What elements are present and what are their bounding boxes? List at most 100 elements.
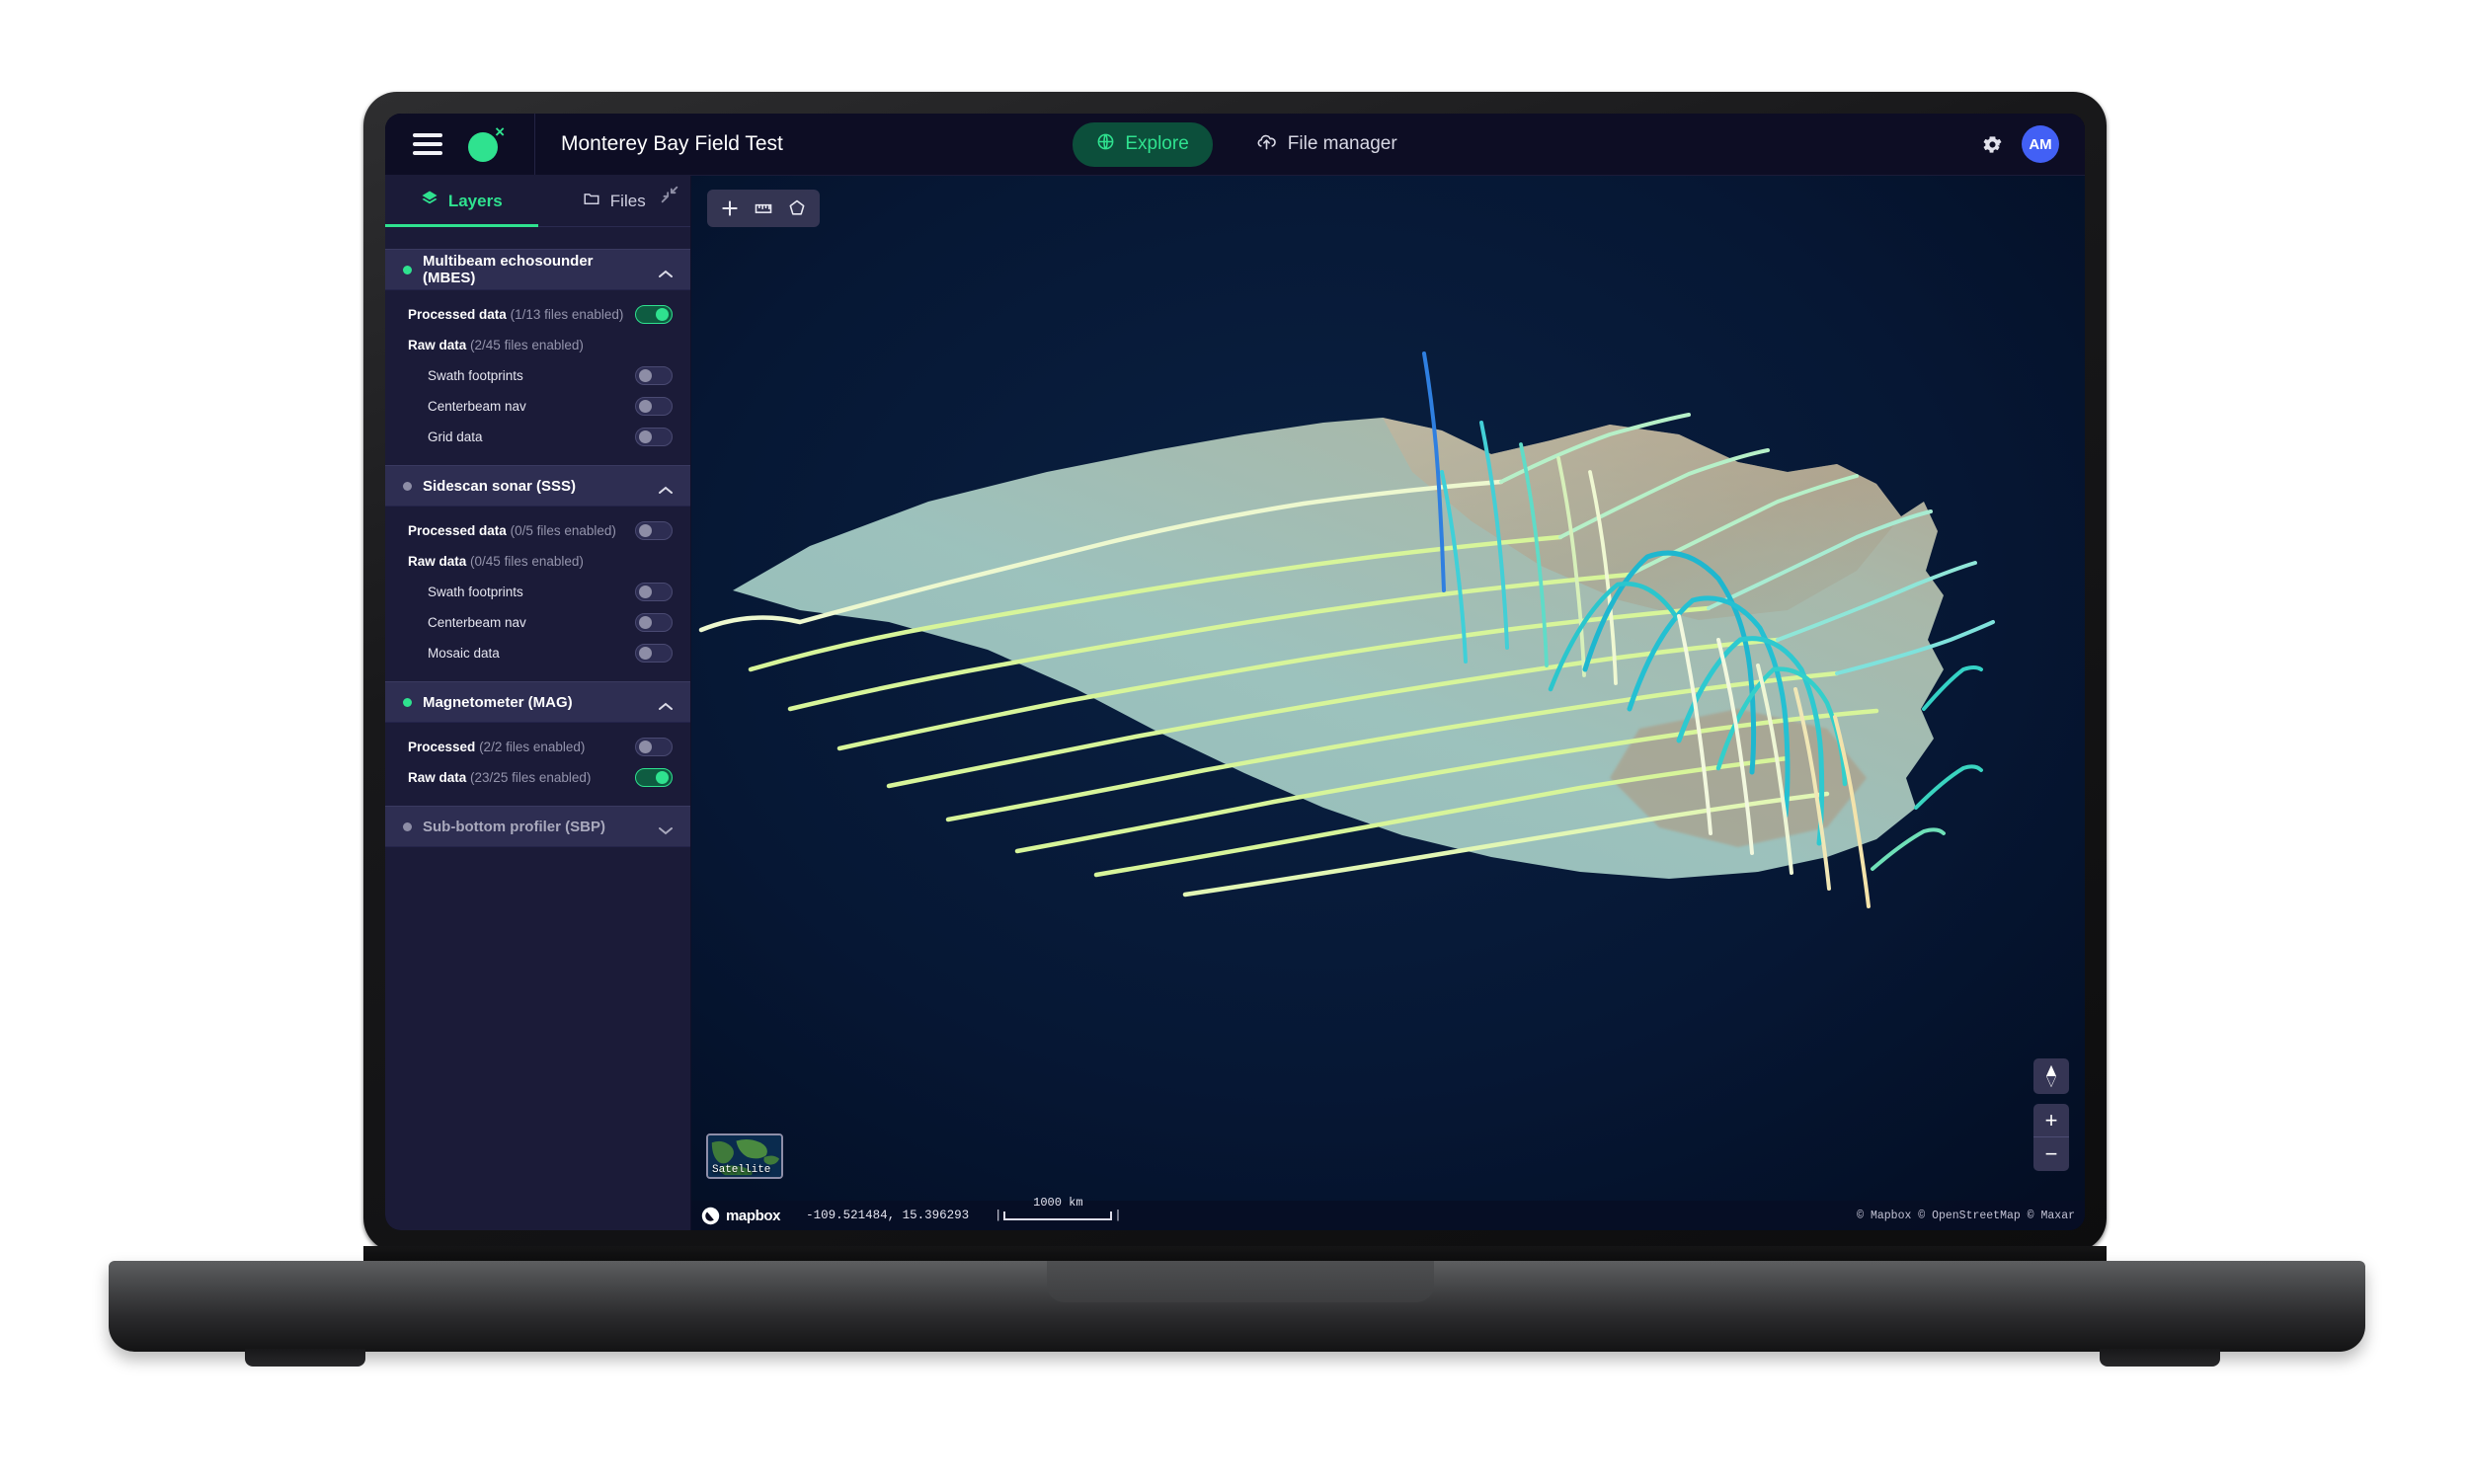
layer-row-label: Grid data [428, 430, 483, 444]
toggle-knob [656, 771, 669, 784]
layer-toggle[interactable] [635, 613, 673, 632]
layer-toggle[interactable] [635, 583, 673, 601]
file-manager-button[interactable]: File manager [1256, 131, 1397, 158]
toggle-knob [639, 430, 652, 443]
map-canvas [691, 176, 2085, 1230]
basemap-switcher[interactable]: Satellite [706, 1133, 783, 1179]
layer-group-title: Sub-bottom profiler (SBP) [423, 818, 605, 835]
layer-toggle[interactable] [635, 428, 673, 446]
scalebar-label: 1000 km [1033, 1195, 1083, 1210]
layer-toggle[interactable] [635, 644, 673, 663]
brand-logo-icon[interactable]: × [468, 123, 505, 162]
mapbox-wordmark: mapbox [726, 1207, 781, 1224]
layer-row[interactable]: Processed (2/2 files enabled) [385, 732, 690, 762]
toggle-knob [639, 616, 652, 629]
layers-list[interactable]: Multibeam echosounder (MBES) Processed da… [385, 227, 690, 1230]
layer-group-title: Multibeam echosounder (MBES) [423, 253, 594, 286]
chevron-up-icon[interactable] [659, 266, 673, 277]
scalebar-track: 1000 km [1003, 1196, 1113, 1220]
layer-row[interactable]: Raw data (23/25 files enabled) [385, 762, 690, 793]
explore-button[interactable]: Explore [1073, 121, 1213, 167]
gear-icon[interactable] [1981, 133, 2004, 156]
draw-polygon-icon[interactable] [787, 198, 807, 218]
map-controls: + − [2033, 1058, 2069, 1171]
toggle-knob [639, 524, 652, 537]
avatar[interactable]: AM [2022, 125, 2059, 163]
layer-toggle[interactable] [635, 305, 673, 324]
layer-group-header[interactable]: Sub-bottom profiler (SBP) [385, 806, 690, 847]
layer-row[interactable]: Raw data (2/45 files enabled) [385, 330, 690, 360]
layer-row-label: Swath footprints [428, 585, 523, 599]
measure-ruler-icon[interactable] [754, 198, 773, 218]
mapbox-logo[interactable]: mapbox [701, 1207, 781, 1225]
layer-row-label: Swath footprints [428, 368, 523, 383]
layer-status-dot [403, 265, 412, 274]
map-scalebar: | 1000 km | [995, 1195, 1122, 1223]
layer-row-label: Processed data (0/5 files enabled) [408, 523, 616, 538]
map-area[interactable]: Satellite + − mapbox -109.521484, 15.396… [691, 176, 2085, 1230]
chevron-up-icon[interactable] [659, 698, 673, 710]
layer-row[interactable]: Grid data [385, 422, 690, 452]
collapse-panel-icon[interactable] [659, 184, 680, 205]
folder-icon [583, 190, 600, 212]
layer-group: Sub-bottom profiler (SBP) [385, 806, 690, 847]
chevron-down-icon[interactable] [659, 822, 673, 834]
layer-toggle[interactable] [635, 366, 673, 385]
layer-row[interactable]: Processed data (0/5 files enabled) [385, 515, 690, 546]
layer-row[interactable]: Swath footprints [385, 360, 690, 391]
toggle-knob [639, 586, 652, 598]
layer-row[interactable]: Processed data (1/13 files enabled) [385, 299, 690, 330]
layer-group-body: Processed data (1/13 files enabled) Raw d… [385, 290, 690, 465]
file-manager-label: File manager [1287, 133, 1397, 154]
hamburger-menu-icon[interactable] [413, 133, 442, 155]
zoom-in-button[interactable]: + [2033, 1104, 2069, 1137]
layers-icon [421, 190, 438, 212]
layer-row-label: Centerbeam nav [428, 615, 526, 630]
layer-row[interactable]: Centerbeam nav [385, 607, 690, 638]
layer-toggle[interactable] [635, 768, 673, 787]
map-status-bar: mapbox -109.521484, 15.396293 | 1000 km … [691, 1195, 2085, 1230]
layer-row[interactable]: Swath footprints [385, 577, 690, 607]
layer-group-title: Magnetometer (MAG) [423, 693, 573, 711]
layer-group-header[interactable]: Multibeam echosounder (MBES) [385, 249, 690, 290]
compass-needle-icon[interactable] [2033, 1058, 2069, 1094]
layer-group-body: Processed data (0/5 files enabled) Raw da… [385, 507, 690, 681]
app-header: × Monterey Bay Field Test Explore File m… [385, 114, 2085, 176]
chevron-up-icon[interactable] [659, 482, 673, 494]
laptop-bezel: × Monterey Bay Field Test Explore File m… [385, 114, 2085, 1230]
layer-group-body: Processed (2/2 files enabled) Raw data (2… [385, 723, 690, 806]
layer-row-label: Centerbeam nav [428, 399, 526, 414]
layer-status-dot [403, 481, 412, 491]
layer-row-label: Raw data (0/45 files enabled) [408, 554, 584, 569]
logo-dot [468, 132, 498, 162]
layer-toggle[interactable] [635, 738, 673, 756]
toggle-knob [639, 741, 652, 753]
zoom-out-button[interactable]: − [2033, 1137, 2069, 1171]
page-title: Monterey Bay Field Test [561, 132, 783, 155]
map-attribution: © Mapbox © OpenStreetMap © Maxar [1857, 1209, 2075, 1222]
layer-group: Sidescan sonar (SSS) Processed data (0/5 … [385, 465, 690, 681]
sidebar: Layers Files Multibeam echosounder (MBES… [385, 176, 691, 1230]
layer-toggle[interactable] [635, 397, 673, 416]
layer-toggle[interactable] [635, 521, 673, 540]
toggle-knob [639, 369, 652, 382]
layer-row[interactable]: Raw data (0/45 files enabled) [385, 546, 690, 577]
layer-row[interactable]: Mosaic data [385, 638, 690, 668]
layer-row-label: Processed (2/2 files enabled) [408, 740, 586, 754]
add-point-icon[interactable] [720, 198, 740, 218]
layer-group-header[interactable]: Magnetometer (MAG) [385, 681, 690, 723]
layer-row-label: Raw data (2/45 files enabled) [408, 338, 584, 352]
tab-layers[interactable]: Layers [385, 176, 538, 227]
tab-files-label: Files [609, 191, 646, 210]
layer-row-label: Mosaic data [428, 646, 500, 661]
layer-row[interactable]: Centerbeam nav [385, 391, 690, 422]
map-coordinates: -109.521484, 15.396293 [806, 1209, 970, 1222]
sidebar-tabs: Layers Files [385, 176, 690, 227]
layer-group-title: Sidescan sonar (SSS) [423, 477, 577, 495]
laptop-notch [1047, 1261, 1434, 1302]
layer-group-header[interactable]: Sidescan sonar (SSS) [385, 465, 690, 507]
laptop-foot-right [2100, 1349, 2220, 1367]
layer-status-dot [403, 821, 412, 831]
toggle-knob [656, 308, 669, 321]
brand-zone: × [385, 114, 535, 175]
